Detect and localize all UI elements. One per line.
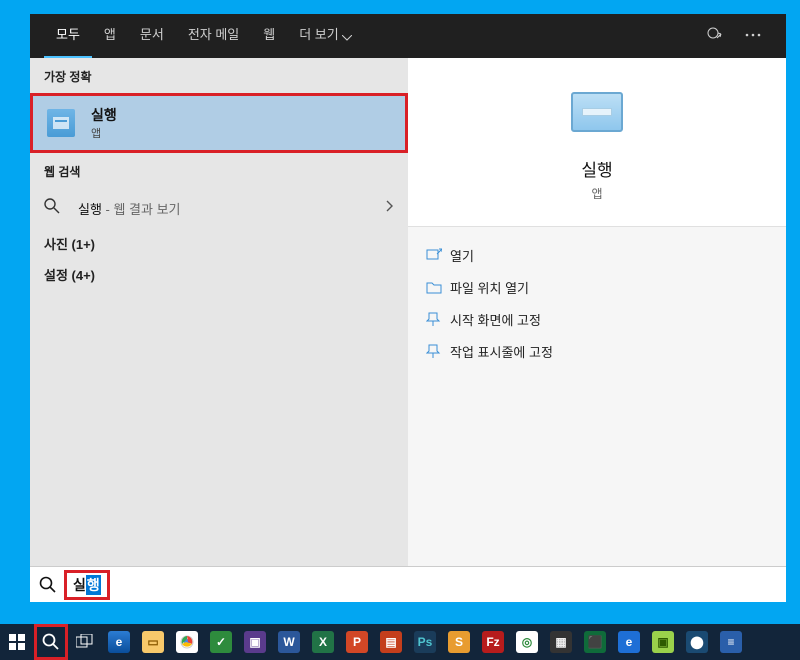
search-tab-bar: 모두 앱 문서 전자 메일 웹 더 보기 bbox=[30, 14, 786, 58]
taskbar-app-excel[interactable]: X bbox=[306, 624, 340, 660]
action-open-label: 열기 bbox=[450, 246, 474, 265]
photos-category[interactable]: 사진 (1+) bbox=[30, 228, 408, 259]
taskbar-app-explorer[interactable]: ▭ bbox=[136, 624, 170, 660]
taskbar-app-generic-5[interactable]: ⬛ bbox=[578, 624, 612, 660]
search-input-icon bbox=[30, 576, 66, 594]
taskbar-app-ie[interactable]: e bbox=[612, 624, 646, 660]
results-list: 가장 정확 실행 앱 웹 검색 실행 - 웹 결과 보기 bbox=[30, 58, 408, 566]
search-autocomplete-selection: 행 bbox=[86, 575, 101, 595]
taskbar-app-sublime[interactable]: S bbox=[442, 624, 476, 660]
best-match-result-run[interactable]: 실행 앱 bbox=[30, 93, 408, 153]
detail-header: 실행 앱 bbox=[408, 58, 786, 227]
tab-all[interactable]: 모두 bbox=[44, 14, 92, 58]
settings-category[interactable]: 설정 (4+) bbox=[30, 259, 408, 290]
action-pin-start-label: 시작 화면에 고정 bbox=[450, 310, 541, 329]
search-results-panel: 모두 앱 문서 전자 메일 웹 더 보기 가장 정확 실행 앱 bbox=[30, 14, 786, 602]
chevron-right-icon bbox=[386, 199, 394, 217]
web-search-result[interactable]: 실행 - 웹 결과 보기 bbox=[30, 188, 408, 228]
chevron-down-icon bbox=[342, 35, 352, 41]
more-options-icon[interactable] bbox=[734, 26, 772, 47]
action-pin-to-start[interactable]: 시작 화면에 고정 bbox=[426, 303, 768, 335]
folder-icon bbox=[426, 279, 450, 295]
start-button[interactable] bbox=[0, 624, 34, 660]
detail-title: 실행 bbox=[581, 156, 612, 181]
best-match-subtitle: 앱 bbox=[91, 125, 117, 141]
search-input[interactable]: 실행 bbox=[64, 570, 110, 600]
web-search-text: 실행 - 웹 결과 보기 bbox=[78, 199, 386, 218]
taskbar-app-generic-2[interactable]: ▤ bbox=[374, 624, 408, 660]
run-app-icon bbox=[47, 109, 75, 137]
taskbar-search-button[interactable] bbox=[34, 624, 68, 660]
pin-start-icon bbox=[426, 311, 450, 327]
feedback-icon[interactable] bbox=[696, 26, 734, 47]
web-search-hint: - 웹 결과 보기 bbox=[102, 202, 181, 217]
search-input-row: 실행 bbox=[30, 566, 786, 602]
search-icon bbox=[44, 198, 60, 219]
tab-documents[interactable]: 문서 bbox=[128, 14, 176, 58]
action-pin-to-taskbar[interactable]: 작업 표시줄에 고정 bbox=[426, 335, 768, 367]
action-open-file-location[interactable]: 파일 위치 열기 bbox=[426, 271, 768, 303]
detail-subtitle: 앱 bbox=[591, 185, 602, 202]
taskbar-app-filezilla[interactable]: Fz bbox=[476, 624, 510, 660]
best-match-title: 실행 bbox=[91, 105, 117, 125]
taskbar-app-photoshop[interactable]: Ps bbox=[408, 624, 442, 660]
action-open-location-label: 파일 위치 열기 bbox=[450, 278, 529, 297]
taskbar-app-chrome[interactable] bbox=[170, 624, 204, 660]
tab-more[interactable]: 더 보기 bbox=[287, 14, 364, 58]
result-detail-pane: 실행 앱 열기 파일 위치 열기 bbox=[408, 58, 786, 566]
tab-apps[interactable]: 앱 bbox=[92, 14, 128, 58]
taskbar-app-generic-8[interactable]: ≡ bbox=[714, 624, 748, 660]
action-list: 열기 파일 위치 열기 시작 화면에 고정 bbox=[408, 227, 786, 379]
taskbar-app-powerpoint[interactable]: P bbox=[340, 624, 374, 660]
pin-taskbar-icon bbox=[426, 343, 450, 359]
web-search-term: 실행 bbox=[78, 202, 102, 217]
taskbar-app-word[interactable]: W bbox=[272, 624, 306, 660]
tab-more-label: 더 보기 bbox=[299, 27, 339, 42]
taskbar-app-generic-1[interactable]: ▣ bbox=[238, 624, 272, 660]
best-match-label: 가장 정확 bbox=[30, 58, 408, 93]
run-large-icon bbox=[563, 86, 631, 138]
taskbar-app-generic-7[interactable]: ⬤ bbox=[680, 624, 714, 660]
web-search-label: 웹 검색 bbox=[30, 153, 408, 188]
taskbar-app-generic-4[interactable]: ▦ bbox=[544, 624, 578, 660]
action-open[interactable]: 열기 bbox=[426, 239, 768, 271]
task-view-button[interactable] bbox=[68, 624, 102, 660]
taskbar-app-edge[interactable]: e bbox=[102, 624, 136, 660]
taskbar-app-security[interactable]: ✓ bbox=[204, 624, 238, 660]
taskbar-app-generic-6[interactable]: ▣ bbox=[646, 624, 680, 660]
tab-web[interactable]: 웹 bbox=[251, 14, 287, 58]
taskbar-app-generic-3[interactable]: ◎ bbox=[510, 624, 544, 660]
action-pin-taskbar-label: 작업 표시줄에 고정 bbox=[450, 342, 553, 361]
taskbar: e ▭ ✓ ▣ W X P ▤ Ps S Fz ◎ ▦ ⬛ e ▣ ⬤ ≡ bbox=[0, 624, 800, 660]
search-typed-text: 실 bbox=[73, 575, 86, 595]
open-icon bbox=[426, 247, 450, 263]
tab-email[interactable]: 전자 메일 bbox=[176, 14, 251, 58]
search-content: 가장 정확 실행 앱 웹 검색 실행 - 웹 결과 보기 bbox=[30, 58, 786, 566]
